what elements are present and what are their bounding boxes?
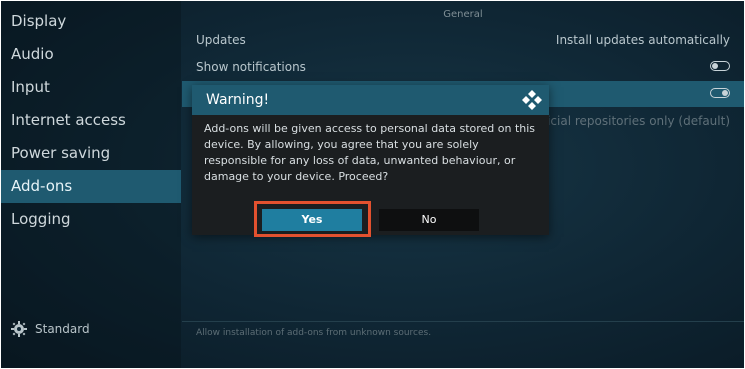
- setting-help-text: Allow installation of add-ons from unkno…: [196, 328, 432, 338]
- gear-icon: [11, 321, 27, 337]
- dialog-message: Add-ons will be given access to personal…: [204, 122, 536, 183]
- settings-sidebar: Display Audio Input Internet access Powe…: [1, 1, 181, 368]
- annotation-highlight-box: [254, 201, 371, 237]
- setting-label: Show notifications: [196, 60, 306, 74]
- setting-row-show-notifications[interactable]: Show notifications: [182, 54, 744, 80]
- sidebar-item-input[interactable]: Input: [1, 71, 181, 104]
- settings-level-label: Standard: [35, 322, 90, 336]
- sidebar-item-display[interactable]: Display: [1, 5, 181, 38]
- no-button[interactable]: No: [379, 209, 479, 231]
- section-title: General: [443, 9, 483, 20]
- sidebar-item-add-ons[interactable]: Add-ons: [1, 170, 181, 203]
- setting-row-updates[interactable]: Updates Install updates automatically: [182, 27, 744, 53]
- sidebar-item-audio[interactable]: Audio: [1, 38, 181, 71]
- dialog-title: Warning!: [206, 92, 270, 108]
- setting-value: Official repositories only (default): [529, 114, 730, 128]
- divider: [182, 321, 744, 322]
- toggle-switch-off[interactable]: [710, 61, 730, 71]
- settings-level-button[interactable]: Standard: [11, 321, 90, 337]
- setting-label: Updates: [196, 33, 246, 47]
- setting-value: Install updates automatically: [555, 33, 730, 47]
- sidebar-item-internet-access[interactable]: Internet access: [1, 104, 181, 137]
- dialog-header: Warning!: [192, 85, 549, 115]
- sidebar-item-logging[interactable]: Logging: [1, 203, 181, 236]
- toggle-switch-on[interactable]: [710, 88, 730, 98]
- kodi-logo-icon: [522, 90, 542, 110]
- sidebar-item-power-saving[interactable]: Power saving: [1, 137, 181, 170]
